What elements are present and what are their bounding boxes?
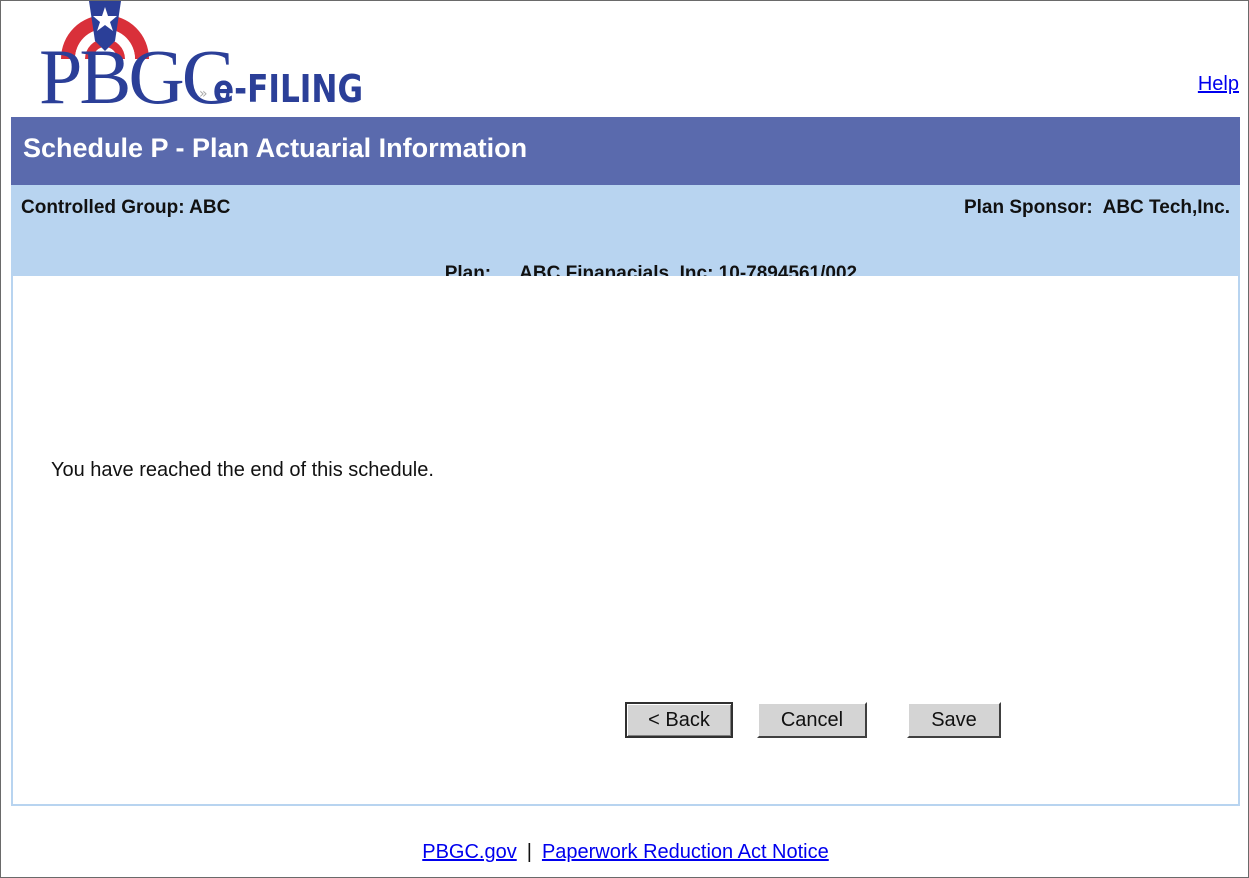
content-panel: You have reached the end of this schedul… — [11, 276, 1240, 806]
footer: PBGC.gov | Paperwork Reduction Act Notice — [1, 841, 1249, 864]
paperwork-notice-link[interactable]: Paperwork Reduction Act Notice — [542, 841, 829, 863]
logo-arrow-icon: » — [199, 86, 208, 102]
controlled-group-label: Controlled Group: ABC — [21, 197, 231, 218]
back-button[interactable]: < Back — [625, 702, 733, 738]
help-link[interactable]: Help — [1198, 73, 1239, 96]
logo-pbgc-text: PBGC — [39, 33, 234, 120]
footer-separator: | — [526, 841, 532, 863]
cancel-button[interactable]: Cancel — [757, 702, 867, 738]
pbgc-logo: PBGC » e-FILING PORTAL — [31, 1, 551, 155]
pbgc-gov-link[interactable]: PBGC.gov — [422, 841, 516, 863]
plan-info-band: Controlled Group: ABC Plan Sponsor: ABC … — [11, 185, 1240, 284]
save-button[interactable]: Save — [907, 702, 1001, 738]
plan-sponsor-label: Plan Sponsor: ABC Tech,Inc. — [963, 197, 1230, 218]
end-of-schedule-message: You have reached the end of this schedul… — [51, 459, 434, 481]
page: PBGC » e-FILING PORTAL Help Schedule P -… — [0, 0, 1249, 878]
title-bar: Schedule P - Plan Actuarial Information — [11, 117, 1240, 185]
page-title: Schedule P - Plan Actuarial Information — [23, 133, 528, 163]
